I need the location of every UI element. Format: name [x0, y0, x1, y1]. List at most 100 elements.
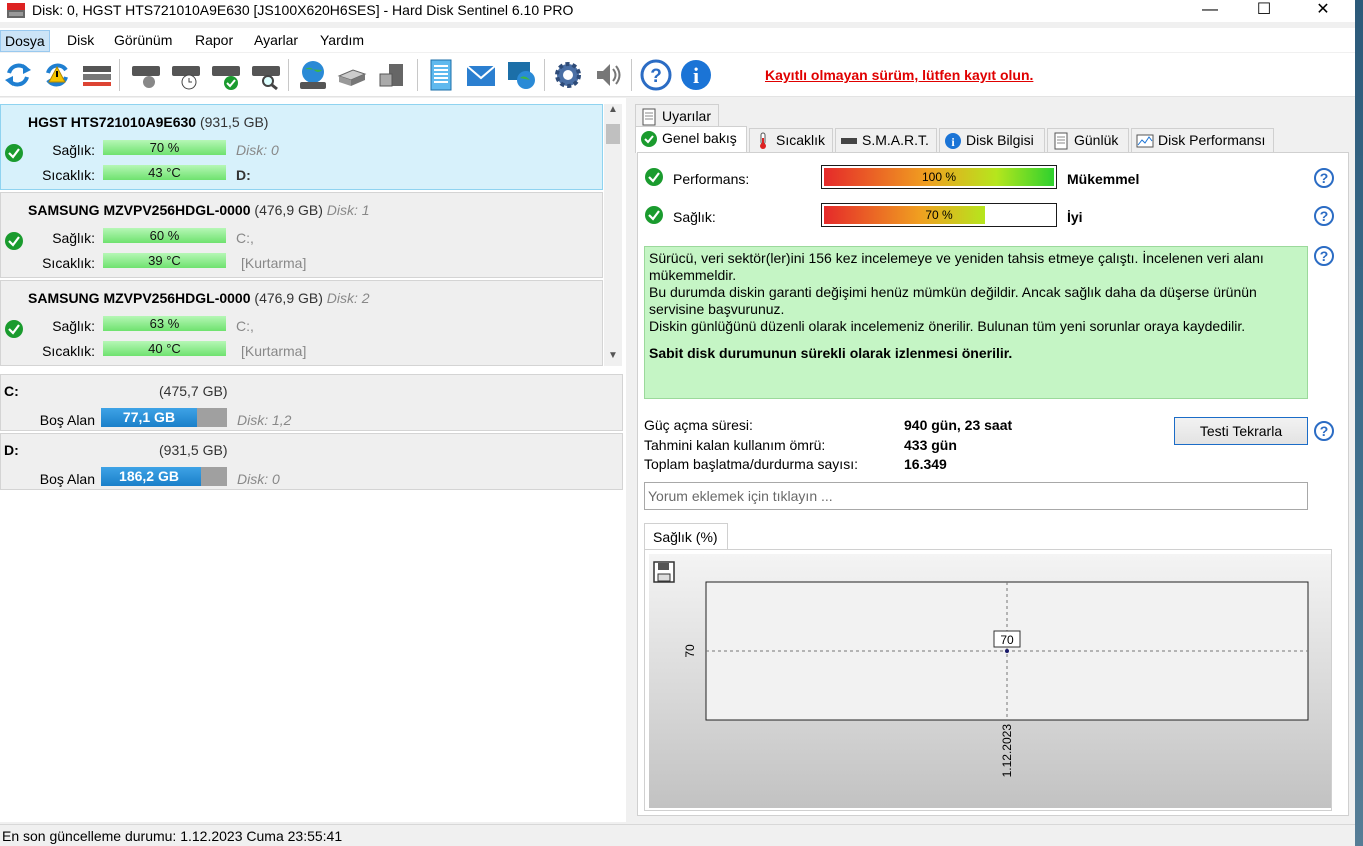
menu-bar: Dosya Disk Görünüm Rapor Ayarlar Yardım — [0, 28, 1355, 52]
tab-row: Genel bakış Sıcaklık S.M.A.R.T. i Disk B… — [635, 126, 1335, 153]
ok-check-icon — [641, 131, 657, 147]
free-space-label: Boş Alan — [39, 412, 95, 428]
refresh-icon[interactable] — [1, 58, 35, 92]
desktop-background — [1355, 0, 1363, 846]
disk-card[interactable]: SAMSUNG MZVPV256HDGL-0000 (476,9 GB) Dis… — [0, 280, 603, 366]
disk-list-pane: HGST HTS721010A9E630 (931,5 GB) Sağlık: … — [0, 98, 626, 822]
disk-partitions: C:, — [236, 230, 254, 246]
help-icon[interactable]: ? — [1314, 168, 1334, 188]
message-line: Diskin günlüğünü düzenli olarak inceleme… — [649, 318, 1246, 334]
scroll-thumb[interactable] — [606, 124, 620, 144]
health-bar: 60 % — [103, 228, 226, 243]
data-point — [1005, 649, 1009, 653]
ok-check-icon — [645, 168, 663, 186]
drive-icon[interactable] — [335, 58, 369, 92]
disk-clock-icon[interactable] — [169, 58, 203, 92]
tab-health-chart[interactable]: Sağlık (%) — [644, 523, 728, 550]
sound-icon[interactable] — [591, 58, 625, 92]
maximize-button[interactable]: ☐ — [1241, 0, 1287, 22]
disk-surface-icon[interactable] — [129, 58, 163, 92]
power-on-time-value: 940 gün, 23 saat — [904, 417, 1013, 433]
start-stop-count-value: 16.349 — [904, 456, 947, 472]
report-icon[interactable] — [424, 58, 458, 92]
volume-card[interactable]: D: (931,5 GB) Boş Alan 186,2 GB Disk: 0 — [0, 433, 623, 490]
temperature-bar: 39 °C — [103, 253, 226, 268]
performance-gauge: 100 % — [821, 165, 1057, 189]
health-label: Sağlık: — [673, 209, 716, 225]
menu-help[interactable]: Yardım — [316, 30, 368, 52]
toolbar-separator — [631, 59, 632, 91]
web-icon[interactable] — [504, 58, 538, 92]
comment-field[interactable]: Yorum eklemek için tıklayın ... — [644, 482, 1308, 510]
help-icon[interactable]: ? — [1314, 246, 1334, 266]
refresh-warning-icon[interactable] — [40, 58, 74, 92]
tab-label: Genel bakış — [662, 130, 737, 146]
chart-area: 70 70 1.12.2023 — [649, 554, 1331, 808]
tab-overview[interactable]: Genel bakış — [635, 126, 747, 153]
health-label: Sağlık: — [52, 142, 95, 158]
free-space-bar: 186,2 GB — [101, 467, 227, 486]
disk-card[interactable]: SAMSUNG MZVPV256HDGL-0000 (476,9 GB) Dis… — [0, 192, 603, 278]
disk-title: HGST HTS721010A9E630 (931,5 GB) — [28, 114, 268, 130]
temperature-label: Sıcaklık: — [42, 255, 95, 271]
toolbar-separator — [417, 59, 418, 91]
help-icon[interactable]: ? — [1314, 421, 1334, 441]
volume-size: (931,5 GB) — [159, 442, 228, 458]
disk-size: (931,5 GB) — [199, 114, 269, 130]
health-bar: 63 % — [103, 316, 226, 331]
performance-rating: Mükemmel — [1067, 171, 1140, 187]
health-chart: 70 70 1.12.2023 — [683, 581, 1309, 778]
menu-disk[interactable]: Disk — [63, 30, 98, 52]
server-icon[interactable] — [375, 58, 409, 92]
help-icon[interactable]: ? — [1314, 206, 1334, 226]
temperature-bar: 40 °C — [103, 341, 226, 356]
settings-icon[interactable] — [551, 58, 585, 92]
menu-report[interactable]: Rapor — [191, 30, 237, 52]
menu-file[interactable]: Dosya — [0, 30, 50, 52]
disk-icon — [841, 138, 857, 144]
disk-list-icon[interactable] — [80, 58, 114, 92]
volume-card[interactable]: C: (475,7 GB) Boş Alan 77,1 GB Disk: 1,2 — [0, 374, 623, 431]
globe-disk-icon[interactable] — [296, 58, 330, 92]
tab-disk-performance[interactable]: Disk Performansı — [1131, 128, 1274, 152]
disk-model: HGST HTS721010A9E630 — [28, 114, 197, 130]
disk-check-icon[interactable] — [209, 58, 243, 92]
disk-card[interactable]: HGST HTS721010A9E630 (931,5 GB) Sağlık: … — [0, 104, 603, 190]
tab-label: Günlük — [1074, 132, 1119, 148]
tab-warnings[interactable]: Uyarılar — [635, 104, 719, 128]
scroll-up-icon[interactable]: ▲ — [604, 104, 622, 120]
toolbar-separator — [288, 59, 289, 91]
retest-button[interactable]: Testi Tekrarla — [1174, 417, 1308, 445]
message-recommendation: Sabit disk durumunun sürekli olarak izle… — [649, 345, 1013, 361]
volume-letter: D: — [4, 442, 19, 458]
close-button[interactable]: ✕ — [1300, 0, 1346, 22]
tab-smart[interactable]: S.M.A.R.T. — [835, 128, 937, 152]
disk-model: SAMSUNG MZVPV256HDGL-0000 — [28, 290, 251, 306]
performance-label: Performans: — [673, 171, 750, 187]
mail-icon[interactable] — [464, 58, 498, 92]
disk-size: (476,9 GB) — [254, 202, 323, 218]
svg-text:?: ? — [650, 66, 662, 87]
performance-chart-icon — [1136, 134, 1154, 148]
chevron-down-icon[interactable]: ▼ — [604, 350, 622, 366]
registration-warning-link[interactable]: Kayıtlı olmayan sürüm, lütfen kayıt olun… — [765, 67, 1033, 83]
free-space-label: Boş Alan — [39, 471, 95, 487]
disk-list-scrollbar[interactable]: ▲ ▼ — [604, 104, 622, 366]
free-space-value: 186,2 GB — [119, 468, 179, 484]
recovery-label: [Kurtarma] — [241, 343, 307, 359]
x-tick-label: 1.12.2023 — [1000, 724, 1014, 778]
y-tick-label: 70 — [683, 644, 697, 658]
disk-model: SAMSUNG MZVPV256HDGL-0000 — [28, 202, 251, 218]
health-label: Sağlık: — [52, 230, 95, 246]
status-message: Sürücü, veri sektör(ler)ini 156 kez ince… — [644, 246, 1308, 399]
menu-view[interactable]: Görünüm — [110, 30, 176, 52]
toolbar-separator — [119, 59, 120, 91]
tab-log[interactable]: Günlük — [1047, 128, 1129, 152]
help-icon[interactable]: ? — [639, 58, 673, 92]
info-icon[interactable]: i — [679, 58, 713, 92]
minimize-button[interactable]: — — [1187, 0, 1233, 22]
disk-search-icon[interactable] — [249, 58, 283, 92]
menu-settings[interactable]: Ayarlar — [250, 30, 302, 52]
tab-disk-info[interactable]: i Disk Bilgisi — [939, 128, 1045, 152]
tab-temperature[interactable]: Sıcaklık — [749, 128, 833, 152]
